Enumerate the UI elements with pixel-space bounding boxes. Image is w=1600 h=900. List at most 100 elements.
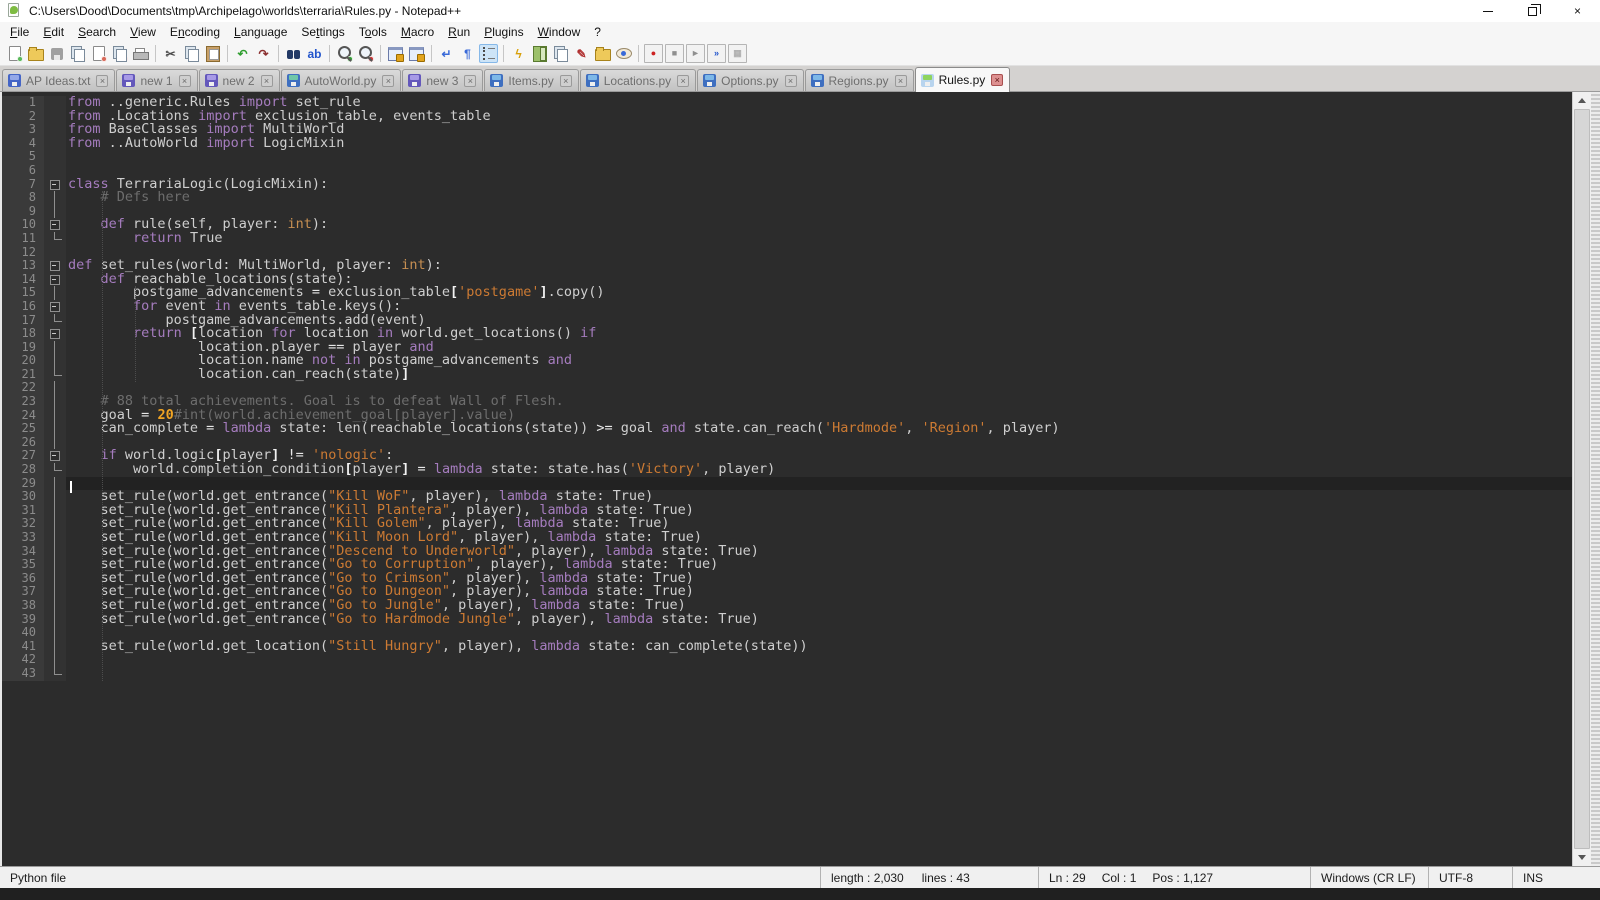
tab-close-icon[interactable]: × xyxy=(560,75,572,87)
line-number: 22 xyxy=(2,381,44,395)
menu-encoding[interactable]: Encoding xyxy=(163,22,227,42)
line-number: 33 xyxy=(2,531,44,545)
tab-options-py[interactable]: Options.py× xyxy=(697,69,803,91)
document-map-icon[interactable] xyxy=(530,44,549,63)
close-button[interactable]: × xyxy=(1555,0,1600,22)
save-icon[interactable] xyxy=(47,44,66,63)
show-all-characters-icon[interactable]: ¶ xyxy=(458,44,477,63)
fold-margin xyxy=(44,599,66,613)
line-number: 39 xyxy=(2,613,44,627)
function-list-icon[interactable]: ϟ xyxy=(509,44,528,63)
fold-collapse-box[interactable] xyxy=(44,218,66,232)
code-editor[interactable]: 1from ..generic.Rules import set_rule2fr… xyxy=(0,92,1572,866)
menu-plugins[interactable]: Plugins xyxy=(477,22,530,42)
tab-new-2[interactable]: new 2× xyxy=(199,69,280,91)
new-file-icon[interactable] xyxy=(5,44,24,63)
line-number: 3 xyxy=(2,123,44,137)
macro-play-icon[interactable]: ► xyxy=(686,44,705,63)
macro-save-icon[interactable]: ▦ xyxy=(728,44,747,63)
code-line-41: 41 set_rule(world.get_location("Still Hu… xyxy=(2,640,1572,654)
tab-ap-ideas-txt[interactable]: AP Ideas.txt× xyxy=(2,69,115,91)
paste-icon[interactable] xyxy=(203,44,222,63)
define-your-language-icon[interactable]: ✎ xyxy=(572,44,591,63)
copy-icon[interactable] xyxy=(182,44,201,63)
tab-close-icon[interactable]: × xyxy=(261,75,273,87)
tab-close-icon[interactable]: × xyxy=(785,75,797,87)
fold-collapse-box[interactable] xyxy=(44,178,66,192)
menu-settings[interactable]: Settings xyxy=(294,22,351,42)
macro-stop-icon[interactable]: ■ xyxy=(665,44,684,63)
line-number: 10 xyxy=(2,218,44,232)
zoom-in-icon[interactable] xyxy=(335,44,354,63)
redo-icon[interactable]: ↷ xyxy=(254,44,273,63)
fold-margin xyxy=(44,341,66,355)
tab-close-icon[interactable]: × xyxy=(96,75,108,87)
tab-new-1[interactable]: new 1× xyxy=(116,69,197,91)
folder-as-workspace-icon[interactable] xyxy=(593,44,612,63)
minimize-button[interactable] xyxy=(1465,0,1510,22)
line-number: 9 xyxy=(2,205,44,219)
tab-close-icon[interactable]: × xyxy=(464,75,476,87)
fold-collapse-box[interactable] xyxy=(44,259,66,273)
menu-language[interactable]: Language xyxy=(227,22,294,42)
tab-new-3[interactable]: new 3× xyxy=(402,69,483,91)
menu-view[interactable]: View xyxy=(123,22,163,42)
tab-regions-py[interactable]: Regions.py× xyxy=(805,69,914,91)
fold-collapse-box[interactable] xyxy=(44,300,66,314)
restore-button[interactable] xyxy=(1510,0,1555,22)
status-eol-format[interactable]: Windows (CR LF) xyxy=(1310,867,1428,888)
find-icon[interactable] xyxy=(284,44,303,63)
menu-file[interactable]: File xyxy=(3,22,36,42)
tab-close-icon[interactable]: × xyxy=(991,74,1003,86)
document-list-icon[interactable] xyxy=(551,44,570,63)
vertical-scrollbar[interactable] xyxy=(1572,92,1591,866)
fold-collapse-box[interactable] xyxy=(44,327,66,341)
menu-run[interactable]: Run xyxy=(441,22,477,42)
print-icon[interactable] xyxy=(131,44,150,63)
menu-search[interactable]: Search xyxy=(71,22,123,42)
tab-locations-py[interactable]: Locations.py× xyxy=(580,69,696,91)
scroll-down-button[interactable] xyxy=(1573,849,1591,866)
badge xyxy=(368,56,374,62)
fold-collapse-box[interactable] xyxy=(44,273,66,287)
menu-window[interactable]: Window xyxy=(531,22,588,42)
cut-icon[interactable]: ✂ xyxy=(161,44,180,63)
open-file-icon[interactable] xyxy=(26,44,45,63)
tab-rules-py[interactable]: Rules.py× xyxy=(915,67,1011,92)
close-icon[interactable] xyxy=(89,44,108,63)
scroll-up-button[interactable] xyxy=(1573,92,1591,109)
toolbar: ✂ ↶↷ ab ↵¶ ϟ ✎ ●■►»▦ xyxy=(0,42,1600,66)
status-encoding[interactable]: UTF-8 xyxy=(1428,867,1512,888)
sync-vertical-scrolling-icon[interactable] xyxy=(386,44,405,63)
tab-close-icon[interactable]: × xyxy=(179,75,191,87)
fold-collapse-box[interactable] xyxy=(44,449,66,463)
tab-items-py[interactable]: Items.py× xyxy=(484,69,578,91)
replace-icon[interactable]: ab xyxy=(305,44,324,63)
code-text: def rule(self, player: int): xyxy=(66,218,1572,232)
save-all-icon[interactable] xyxy=(68,44,87,63)
menu-edit[interactable]: Edit xyxy=(36,22,71,42)
menu-tools[interactable]: Tools xyxy=(352,22,394,42)
menu-macro[interactable]: Macro xyxy=(394,22,441,42)
undo-icon[interactable]: ↶ xyxy=(233,44,252,63)
line-number: 8 xyxy=(2,191,44,205)
status-bar: Python file length : 2,030 lines : 43 Ln… xyxy=(0,866,1600,888)
macro-record-icon[interactable]: ● xyxy=(644,44,663,63)
scrollbar-thumb[interactable] xyxy=(1574,109,1590,849)
tab-close-icon[interactable]: × xyxy=(382,75,394,87)
close-all-icon[interactable] xyxy=(110,44,129,63)
line-number: 21 xyxy=(2,368,44,382)
status-insert-mode[interactable]: INS xyxy=(1512,867,1600,888)
macro-run-multiple-icon[interactable]: » xyxy=(707,44,726,63)
zoom-out-icon[interactable] xyxy=(356,44,375,63)
tab-autoworld-py[interactable]: AutoWorld.py× xyxy=(281,69,402,91)
tab-close-icon[interactable]: × xyxy=(895,75,907,87)
monitoring-icon[interactable] xyxy=(614,44,633,63)
menu-?[interactable]: ? xyxy=(587,22,608,42)
fold-margin xyxy=(44,613,66,627)
sync-horizontal-scrolling-icon[interactable] xyxy=(407,44,426,63)
word-wrap-icon[interactable]: ↵ xyxy=(437,44,456,63)
show-indent-guide-icon[interactable] xyxy=(479,44,498,63)
tab-close-icon[interactable]: × xyxy=(677,75,689,87)
code-line-7: 7class TerrariaLogic(LogicMixin): xyxy=(2,178,1572,192)
